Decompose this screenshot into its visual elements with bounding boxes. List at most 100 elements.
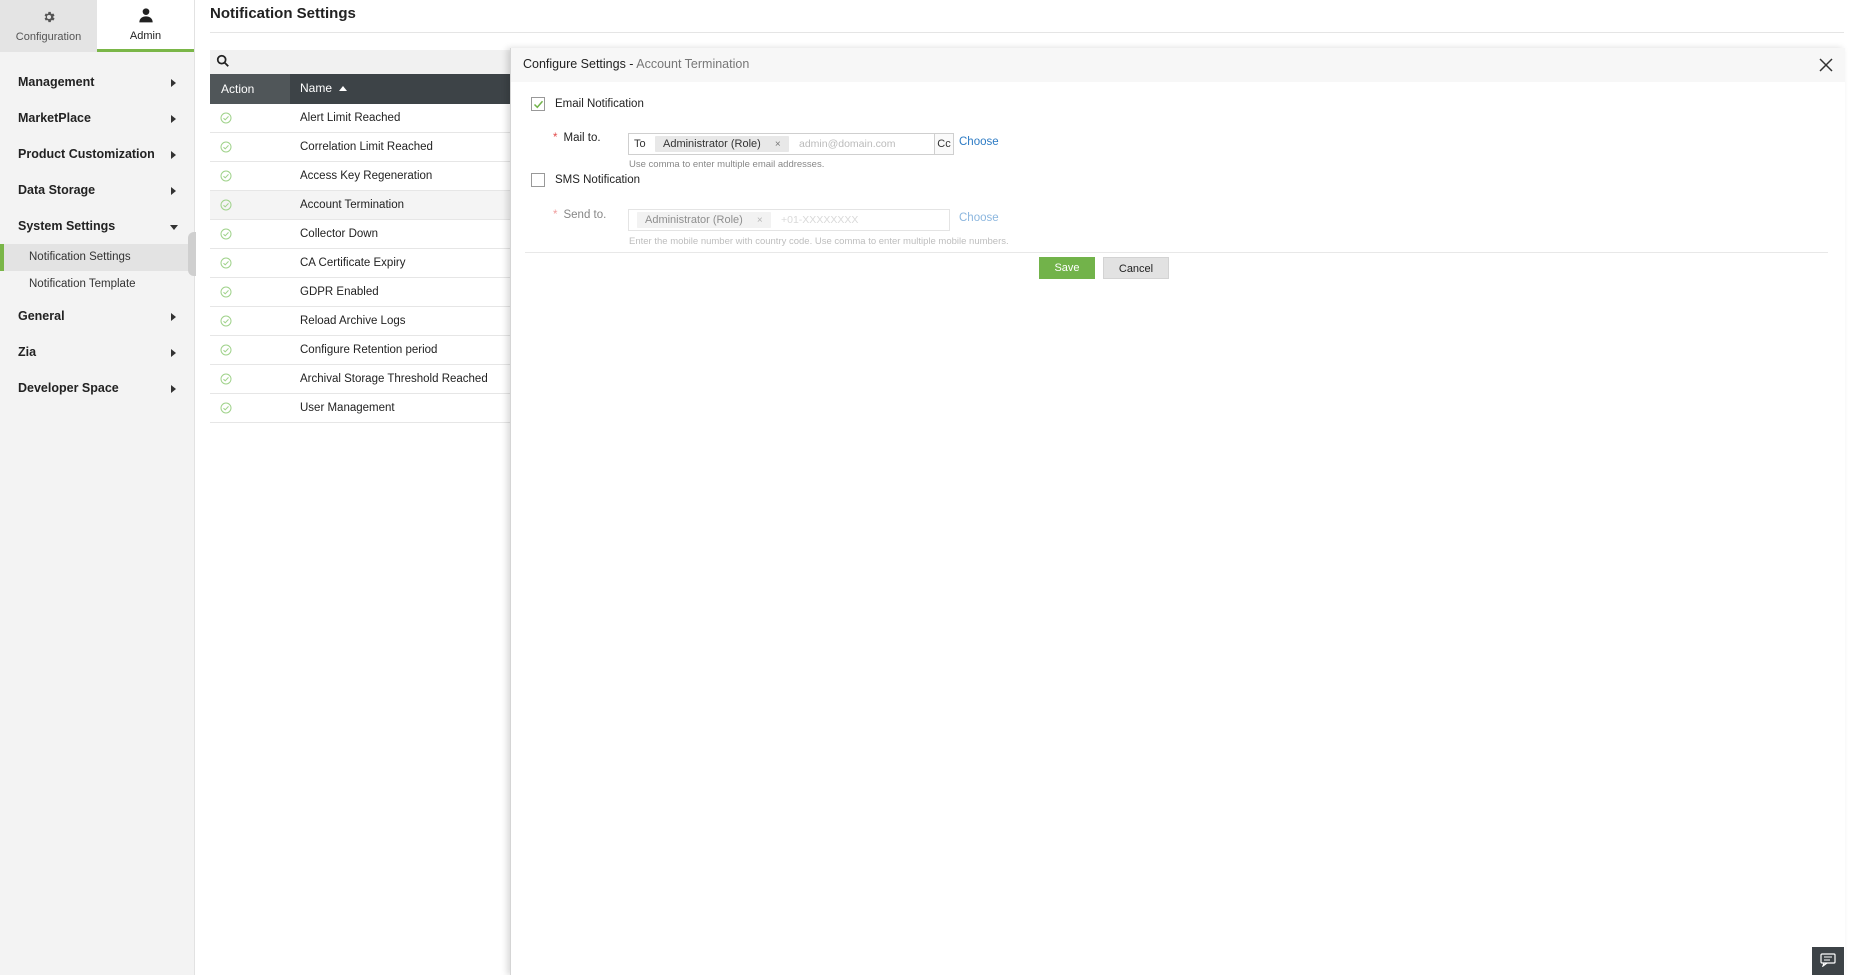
sidebar-item-general[interactable]: General xyxy=(0,298,194,334)
close-icon[interactable] xyxy=(1817,56,1835,74)
sidebar-item-developer-space[interactable]: Developer Space xyxy=(0,370,194,406)
sms-hint: Enter the mobile number with country cod… xyxy=(629,236,1009,247)
sidebar-item-label: Data Storage xyxy=(18,183,96,197)
panel-title-prefix: Configure Settings - xyxy=(523,57,637,71)
row-name: GDPR Enabled xyxy=(300,286,379,298)
list-header: Action Name xyxy=(210,74,520,104)
remove-chip-icon[interactable]: × xyxy=(775,139,781,150)
choose-email-link[interactable]: Choose xyxy=(959,136,999,148)
top-tabs: Configuration Admin xyxy=(0,0,194,52)
mail-to-label: * Mail to. xyxy=(553,132,601,144)
sidebar-item-label: MarketPlace xyxy=(18,111,91,125)
sidebar-item-system-settings[interactable]: System Settings xyxy=(0,208,194,244)
table-row[interactable]: User Management xyxy=(210,394,520,423)
chat-icon xyxy=(1820,952,1836,970)
cc-button[interactable]: Cc xyxy=(934,133,954,155)
check-circle-icon xyxy=(220,402,232,417)
required-marker: * xyxy=(553,209,558,221)
chevron-right-icon xyxy=(171,79,176,87)
sidebar-item-label: System Settings xyxy=(18,219,116,233)
choose-mobile-link[interactable]: Choose xyxy=(959,212,999,224)
sidebar-item-label: Zia xyxy=(18,345,37,359)
sidebar-item-marketplace[interactable]: MarketPlace xyxy=(0,100,194,136)
table-row[interactable]: Correlation Limit Reached xyxy=(210,133,520,162)
recipient-chip: Administrator (Role) × xyxy=(655,136,789,152)
send-to-label: * Send to. xyxy=(553,209,606,221)
tab-admin-label: Admin xyxy=(129,30,162,42)
page-title: Notification Settings xyxy=(210,5,356,22)
table-row-selected[interactable]: Account Termination xyxy=(210,191,520,220)
sidebar-item-label: Management xyxy=(18,75,95,89)
chevron-right-icon xyxy=(171,151,176,159)
check-circle-icon xyxy=(220,112,232,127)
table-row[interactable]: Collector Down xyxy=(210,220,520,249)
notification-list: Alert Limit Reached Correlation Limit Re… xyxy=(210,104,520,423)
sidebar-item-management[interactable]: Management xyxy=(0,64,194,100)
email-notification-checkbox[interactable] xyxy=(531,97,545,111)
send-to-label-text: Send to. xyxy=(563,209,607,221)
check-circle-icon xyxy=(220,257,232,272)
chevron-right-icon xyxy=(171,313,176,321)
check-circle-icon xyxy=(220,315,232,330)
list-toolbar xyxy=(210,50,520,74)
row-name: Access Key Regeneration xyxy=(300,170,433,182)
sidebar-collapse-handle[interactable] xyxy=(188,232,196,276)
tab-configuration-label: Configuration xyxy=(15,30,82,43)
row-name: Correlation Limit Reached xyxy=(300,141,433,153)
column-header-name[interactable]: Name xyxy=(300,74,348,102)
row-name: Collector Down xyxy=(300,228,378,240)
sidebar-item-data-storage[interactable]: Data Storage xyxy=(0,172,194,208)
chevron-right-icon xyxy=(171,115,176,123)
row-name: Alert Limit Reached xyxy=(300,112,401,124)
email-hint: Use comma to enter multiple email addres… xyxy=(629,159,825,170)
tab-admin[interactable]: Admin xyxy=(97,0,194,52)
tab-configuration[interactable]: Configuration xyxy=(0,0,97,52)
required-marker: * xyxy=(553,132,558,144)
sms-notification-checkbox[interactable] xyxy=(531,173,545,187)
recipient-chip: Administrator (Role) × xyxy=(637,212,771,228)
mail-to-field[interactable]: To Administrator (Role) × admin@domain.co… xyxy=(628,133,935,155)
chat-button[interactable] xyxy=(1812,947,1844,975)
title-divider xyxy=(210,32,1844,33)
remove-chip-icon[interactable]: × xyxy=(757,215,763,226)
row-name: User Management xyxy=(300,402,395,414)
send-to-field[interactable]: Administrator (Role) × +01-XXXXXXXX xyxy=(628,209,950,231)
table-row[interactable]: Access Key Regeneration xyxy=(210,162,520,191)
check-circle-icon xyxy=(220,141,232,156)
mobile-input-placeholder: +01-XXXXXXXX xyxy=(781,214,859,226)
column-header-action: Action xyxy=(210,74,290,104)
check-circle-icon xyxy=(220,199,232,214)
row-name: CA Certificate Expiry xyxy=(300,257,406,269)
chevron-right-icon xyxy=(171,187,176,195)
sidebar-item-label: Developer Space xyxy=(18,381,119,395)
email-input-placeholder: admin@domain.com xyxy=(799,138,896,150)
sidebar-item-label: Notification Settings xyxy=(29,251,131,263)
check-circle-icon xyxy=(220,344,232,359)
table-row[interactable]: GDPR Enabled xyxy=(210,278,520,307)
cancel-button[interactable]: Cancel xyxy=(1103,257,1169,279)
check-circle-icon xyxy=(220,170,232,185)
sidebar: Configuration Admin Management MarketPla… xyxy=(0,0,196,975)
table-row[interactable]: Configure Retention period xyxy=(210,336,520,365)
table-row[interactable]: CA Certificate Expiry xyxy=(210,249,520,278)
row-name: Configure Retention period xyxy=(300,344,438,356)
table-row[interactable]: Archival Storage Threshold Reached xyxy=(210,365,520,394)
search-icon[interactable] xyxy=(216,54,230,71)
sidebar-item-label: Product Customization xyxy=(18,147,155,161)
sidebar-item-product-customization[interactable]: Product Customization xyxy=(0,136,194,172)
recipient-chip-label: Administrator (Role) xyxy=(663,138,761,150)
table-row[interactable]: Alert Limit Reached xyxy=(210,104,520,133)
panel-title-context: Account Termination xyxy=(636,57,750,71)
sidebar-item-notification-settings[interactable]: Notification Settings xyxy=(0,244,194,271)
save-button[interactable]: Save xyxy=(1039,257,1095,279)
email-notification-label: Email Notification xyxy=(555,98,644,110)
panel-title: Configure Settings - Account Termination xyxy=(523,57,749,71)
check-circle-icon xyxy=(220,228,232,243)
sort-ascending-icon xyxy=(339,86,348,91)
sidebar-item-zia[interactable]: Zia xyxy=(0,334,194,370)
user-icon xyxy=(138,7,154,30)
table-row[interactable]: Reload Archive Logs xyxy=(210,307,520,336)
form-divider xyxy=(525,252,1828,253)
sidebar-item-notification-template[interactable]: Notification Template xyxy=(0,271,194,298)
check-circle-icon xyxy=(220,373,232,388)
